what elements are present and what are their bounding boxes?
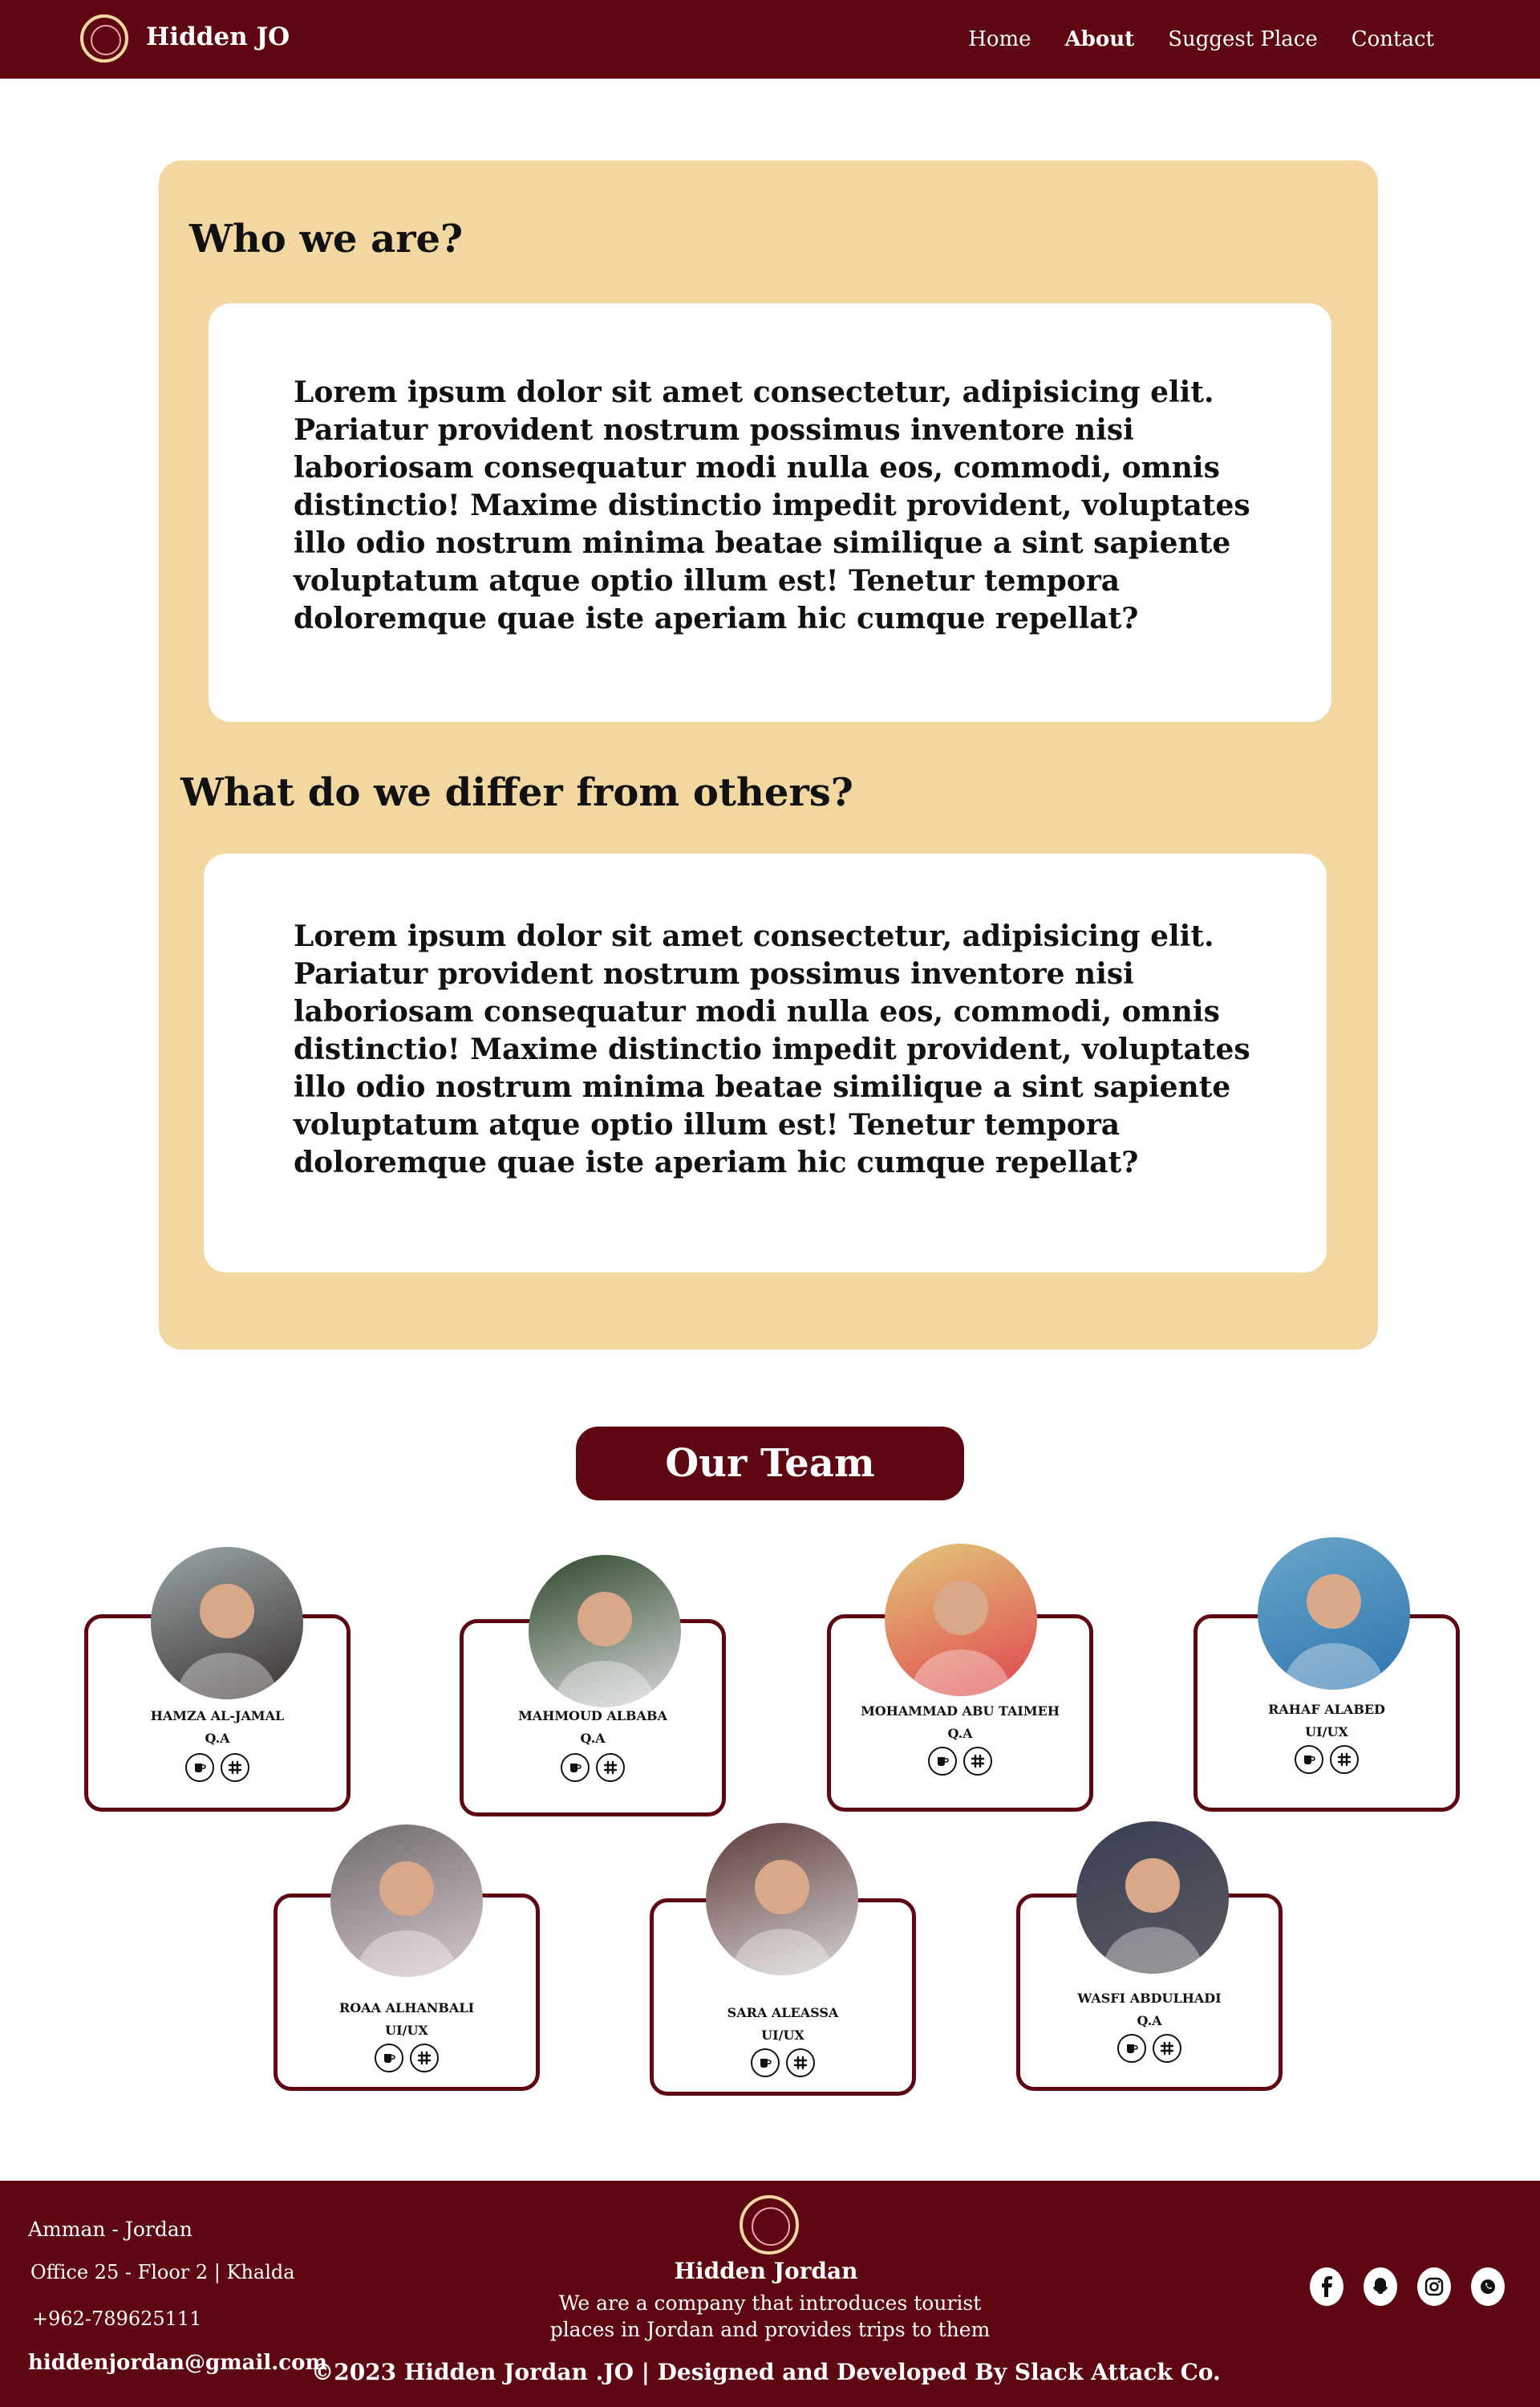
snapchat-icon[interactable] xyxy=(1364,2267,1397,2306)
team-member-role: UI/UX xyxy=(761,2027,804,2043)
team-member-name: MOHAMMAD ABU TAIMEH xyxy=(861,1703,1060,1719)
mug-icon[interactable] xyxy=(751,2048,780,2077)
whatsapp-icon[interactable] xyxy=(1471,2267,1505,2306)
team-member-icons xyxy=(831,1747,1089,1776)
team-member-photo xyxy=(885,1544,1037,1696)
nav-link-home[interactable]: Home xyxy=(968,27,1031,51)
team-member-role: UI/UX xyxy=(385,2023,428,2038)
team-member-name: SARA ALEASSA xyxy=(727,2005,839,2020)
slack-icon[interactable] xyxy=(963,1747,992,1776)
about-section: Who we are? Lorem ipsum dolor sit amet c… xyxy=(159,160,1378,1350)
team-member-photo xyxy=(1076,1821,1229,1974)
team-member-icons xyxy=(464,1753,722,1782)
mug-icon[interactable] xyxy=(375,2044,403,2072)
mug-icon[interactable] xyxy=(1117,2034,1146,2063)
team-member-name: MAHMOUD ALBABA xyxy=(518,1708,667,1723)
footer-copyright: ©2023 Hidden Jordan .JO | Designed and D… xyxy=(311,2359,1221,2385)
footer-description: We are a company that introduces tourist… xyxy=(549,2291,991,2341)
our-team-title: Our Team xyxy=(576,1427,964,1500)
footer-phone[interactable]: +962-789625111 xyxy=(32,2308,201,2330)
mug-icon[interactable] xyxy=(185,1753,214,1782)
team-member-icons xyxy=(278,2044,536,2072)
facebook-icon[interactable] xyxy=(1310,2267,1343,2306)
team-member-icons xyxy=(654,2048,912,2077)
who-we-are-heading: Who we are? xyxy=(189,217,464,262)
who-we-are-card: Lorem ipsum dolor sit amet consectetur, … xyxy=(209,303,1331,722)
team-member-photo xyxy=(151,1547,303,1699)
team-member-name: WASFI ABDULHADI xyxy=(1077,1991,1222,2006)
slack-icon[interactable] xyxy=(410,2044,439,2072)
team-member-role: UI/UX xyxy=(1305,1724,1348,1739)
brand-name[interactable]: Hidden JO xyxy=(146,22,290,51)
slack-icon[interactable] xyxy=(1330,1745,1359,1774)
team-member-role: Q.A xyxy=(205,1731,230,1746)
team-member-icons xyxy=(1198,1745,1456,1774)
team-member-photo xyxy=(1258,1537,1410,1690)
social-links xyxy=(1310,2267,1505,2306)
team-member-role: Q.A xyxy=(1137,2013,1162,2028)
differ-text: Lorem ipsum dolor sit amet consectetur, … xyxy=(294,919,1250,1179)
team-member-role: Q.A xyxy=(947,1726,973,1741)
who-we-are-text: Lorem ipsum dolor sit amet consectetur, … xyxy=(294,375,1250,635)
footer-logo-icon xyxy=(740,2195,799,2255)
mug-icon[interactable] xyxy=(561,1753,590,1782)
team-member-role: Q.A xyxy=(580,1731,606,1746)
slack-icon[interactable] xyxy=(1153,2034,1181,2063)
footer: Amman - Jordan Office 25 - Floor 2 | Kha… xyxy=(0,2181,1540,2407)
mug-icon[interactable] xyxy=(928,1747,957,1776)
slack-icon[interactable] xyxy=(596,1753,625,1782)
mug-icon[interactable] xyxy=(1295,1745,1323,1774)
nav-link-about[interactable]: About xyxy=(1065,27,1135,51)
differ-heading: What do we differ from others? xyxy=(180,770,853,815)
team-member-photo xyxy=(706,1823,858,1975)
team-member-name: ROAA ALHANBALI xyxy=(338,2000,475,2015)
slack-icon[interactable] xyxy=(221,1753,249,1782)
slack-icon[interactable] xyxy=(786,2048,815,2077)
team-member-icons xyxy=(88,1753,346,1782)
footer-company-name: Hidden Jordan xyxy=(674,2258,858,2284)
footer-address: Amman - Jordan xyxy=(28,2218,192,2241)
brand-logo-icon[interactable] xyxy=(80,14,128,63)
nav-links: Home About Suggest Place Contact xyxy=(968,27,1434,51)
team-member-name: HAMZA AL-JAMAL xyxy=(150,1708,285,1723)
team-member-photo xyxy=(330,1825,483,1977)
team-member-name: RAHAF ALABED xyxy=(1268,1702,1385,1717)
nav-link-contact[interactable]: Contact xyxy=(1352,27,1434,51)
team-member-photo xyxy=(529,1555,681,1707)
instagram-icon[interactable] xyxy=(1417,2267,1451,2306)
team-member-icons xyxy=(1020,2034,1279,2063)
navbar: Hidden JO Home About Suggest Place Conta… xyxy=(0,0,1540,79)
differ-card: Lorem ipsum dolor sit amet consectetur, … xyxy=(204,854,1327,1273)
nav-link-suggest-place[interactable]: Suggest Place xyxy=(1168,27,1318,51)
